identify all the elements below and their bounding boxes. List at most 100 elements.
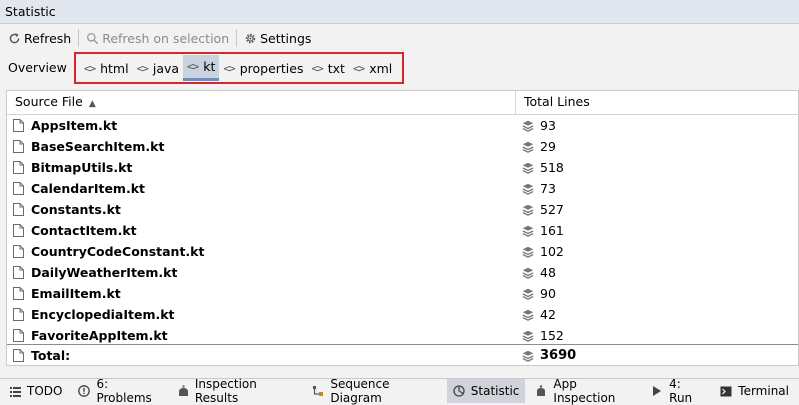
tab-kt[interactable]: <> kt xyxy=(183,55,220,81)
line-count: 152 xyxy=(540,328,564,343)
source-file-cell: DailyWeatherItem.kt xyxy=(7,265,516,280)
table-row[interactable]: CountryCodeConstant.kt 102 xyxy=(7,241,798,262)
total-lines-cell: 518 xyxy=(516,160,798,175)
tool-window-app-inspection[interactable]: App Inspection xyxy=(529,377,642,405)
source-file-cell: EmailItem.kt xyxy=(7,286,516,301)
sequence-icon xyxy=(312,385,324,397)
code-icon: <> xyxy=(187,60,199,73)
file-icon xyxy=(13,161,24,174)
source-file-cell: BitmapUtils.kt xyxy=(7,160,516,175)
tab-label: xml xyxy=(369,60,393,76)
tabs-row: Overview <> html <> java <> kt <> properties <> t… xyxy=(0,52,799,84)
tool-window-inspection-results[interactable]: Inspection Results xyxy=(172,377,302,405)
source-file-cell: ContactItem.kt xyxy=(7,223,516,238)
tool-window-sequence-diagram[interactable]: Sequence Diagram xyxy=(306,377,442,405)
tab-label: txt xyxy=(327,60,345,76)
layers-icon xyxy=(522,350,534,362)
run-icon xyxy=(652,385,663,397)
source-file-cell: EncyclopediaItem.kt xyxy=(7,307,516,322)
line-count: 161 xyxy=(540,223,564,238)
tool-window-todo[interactable]: TODO xyxy=(4,379,68,403)
sort-ascending-icon: ▲ xyxy=(88,99,96,109)
total-row: Total: 3690 xyxy=(7,344,798,365)
file-icon xyxy=(13,266,24,279)
total-lines-cell: 527 xyxy=(516,202,798,217)
table-row[interactable]: CalendarItem.kt 73 xyxy=(7,178,798,199)
terminal-icon xyxy=(720,386,732,397)
total-label: Total: xyxy=(31,348,71,363)
table-row[interactable]: BaseSearchItem.kt 29 xyxy=(7,136,798,157)
gear-icon xyxy=(245,33,256,43)
tool-window-terminal[interactable]: Terminal xyxy=(714,379,795,403)
line-count: 102 xyxy=(540,244,564,259)
file-icon xyxy=(13,349,24,362)
tab-html[interactable]: <> html xyxy=(80,55,133,81)
source-file-cell: CalendarItem.kt xyxy=(7,181,516,196)
extension-tabs-highlight: <> html <> java <> kt <> properties <> txt <> xml xyxy=(73,52,405,84)
line-count: 48 xyxy=(540,265,556,280)
source-file-cell: BaseSearchItem.kt xyxy=(7,139,516,154)
source-file-cell: AppsItem.kt xyxy=(7,118,516,133)
code-icon: <> xyxy=(83,61,96,75)
source-file-cell: FavoriteAppItem.kt xyxy=(7,328,516,343)
tab-label: properties xyxy=(239,60,304,76)
layers-icon xyxy=(522,120,534,132)
refresh-on-selection-button[interactable]: Refresh on selection xyxy=(83,27,232,49)
pie-icon xyxy=(453,385,465,397)
line-count: 93 xyxy=(540,118,556,133)
bottom-tool-window-bar: TODO 6: Problems Inspection Results Sequenc… xyxy=(0,377,799,405)
tool-window-label: Statistic xyxy=(470,384,520,398)
code-icon: <> xyxy=(311,61,323,75)
tab-properties[interactable]: <> properties xyxy=(219,55,307,81)
file-name: AppsItem.kt xyxy=(31,118,118,133)
tab-txt[interactable]: <> txt xyxy=(307,55,348,81)
table-row[interactable]: EmailItem.kt 90 xyxy=(7,283,798,304)
settings-button[interactable]: Settings xyxy=(241,27,314,49)
file-icon xyxy=(13,224,24,237)
tab-xml[interactable]: <> xml xyxy=(349,55,396,81)
table-row[interactable]: EncyclopediaItem.kt 42 xyxy=(7,304,798,325)
table-header: Source File ▲ Total Lines xyxy=(7,91,798,115)
code-icon: <> xyxy=(223,61,235,75)
tab-overview[interactable]: Overview xyxy=(5,55,70,81)
search-icon xyxy=(87,32,99,44)
tab-label: kt xyxy=(203,59,216,74)
table-row[interactable]: Constants.kt 527 xyxy=(7,199,798,220)
table-row[interactable]: ContactItem.kt 161 xyxy=(7,220,798,241)
total-label-cell: Total: xyxy=(7,348,516,363)
table-row[interactable]: AppsItem.kt 93 xyxy=(7,115,798,136)
column-header-total-lines[interactable]: Total Lines xyxy=(516,91,798,114)
table-row[interactable]: DailyWeatherItem.kt 48 xyxy=(7,262,798,283)
code-icon: <> xyxy=(136,61,149,75)
file-icon xyxy=(13,329,24,342)
column-header-source-file[interactable]: Source File ▲ xyxy=(7,91,516,114)
file-icon xyxy=(13,119,24,132)
file-name: CalendarItem.kt xyxy=(31,181,145,196)
total-lines-cell: 90 xyxy=(516,286,798,301)
tool-window-label: 6: Problems xyxy=(96,377,152,405)
file-icon xyxy=(13,203,24,216)
tool-window-label: TODO xyxy=(27,384,63,398)
line-count: 90 xyxy=(540,286,556,301)
table-row[interactable]: BitmapUtils.kt 518 xyxy=(7,157,798,178)
file-name: CountryCodeConstant.kt xyxy=(31,244,205,259)
line-count: 29 xyxy=(540,139,556,154)
layers-icon xyxy=(522,141,534,153)
file-name: DailyWeatherItem.kt xyxy=(31,265,178,280)
tool-window-statistic[interactable]: Statistic xyxy=(446,379,526,403)
tab-label: java xyxy=(152,60,180,76)
tool-window-label: Terminal xyxy=(738,384,789,398)
toolbar-separator xyxy=(236,29,238,47)
code-icon: <> xyxy=(352,61,365,75)
tool-window-4-run[interactable]: 4: Run xyxy=(646,377,710,405)
tool-window-6-problems[interactable]: 6: Problems xyxy=(72,377,167,405)
refresh-label: Refresh xyxy=(24,30,72,46)
table-row[interactable]: FavoriteAppItem.kt 152 xyxy=(7,325,798,346)
tab-java[interactable]: <> java xyxy=(133,55,183,81)
file-name: EmailItem.kt xyxy=(31,286,121,301)
file-name: ContactItem.kt xyxy=(31,223,137,238)
total-lines-cell: 102 xyxy=(516,244,798,259)
table-body: AppsItem.kt 93 BaseSearchItem.kt 29 BitmapUt… xyxy=(7,115,798,346)
line-count: 527 xyxy=(540,202,564,217)
refresh-button[interactable]: Refresh xyxy=(5,27,74,49)
